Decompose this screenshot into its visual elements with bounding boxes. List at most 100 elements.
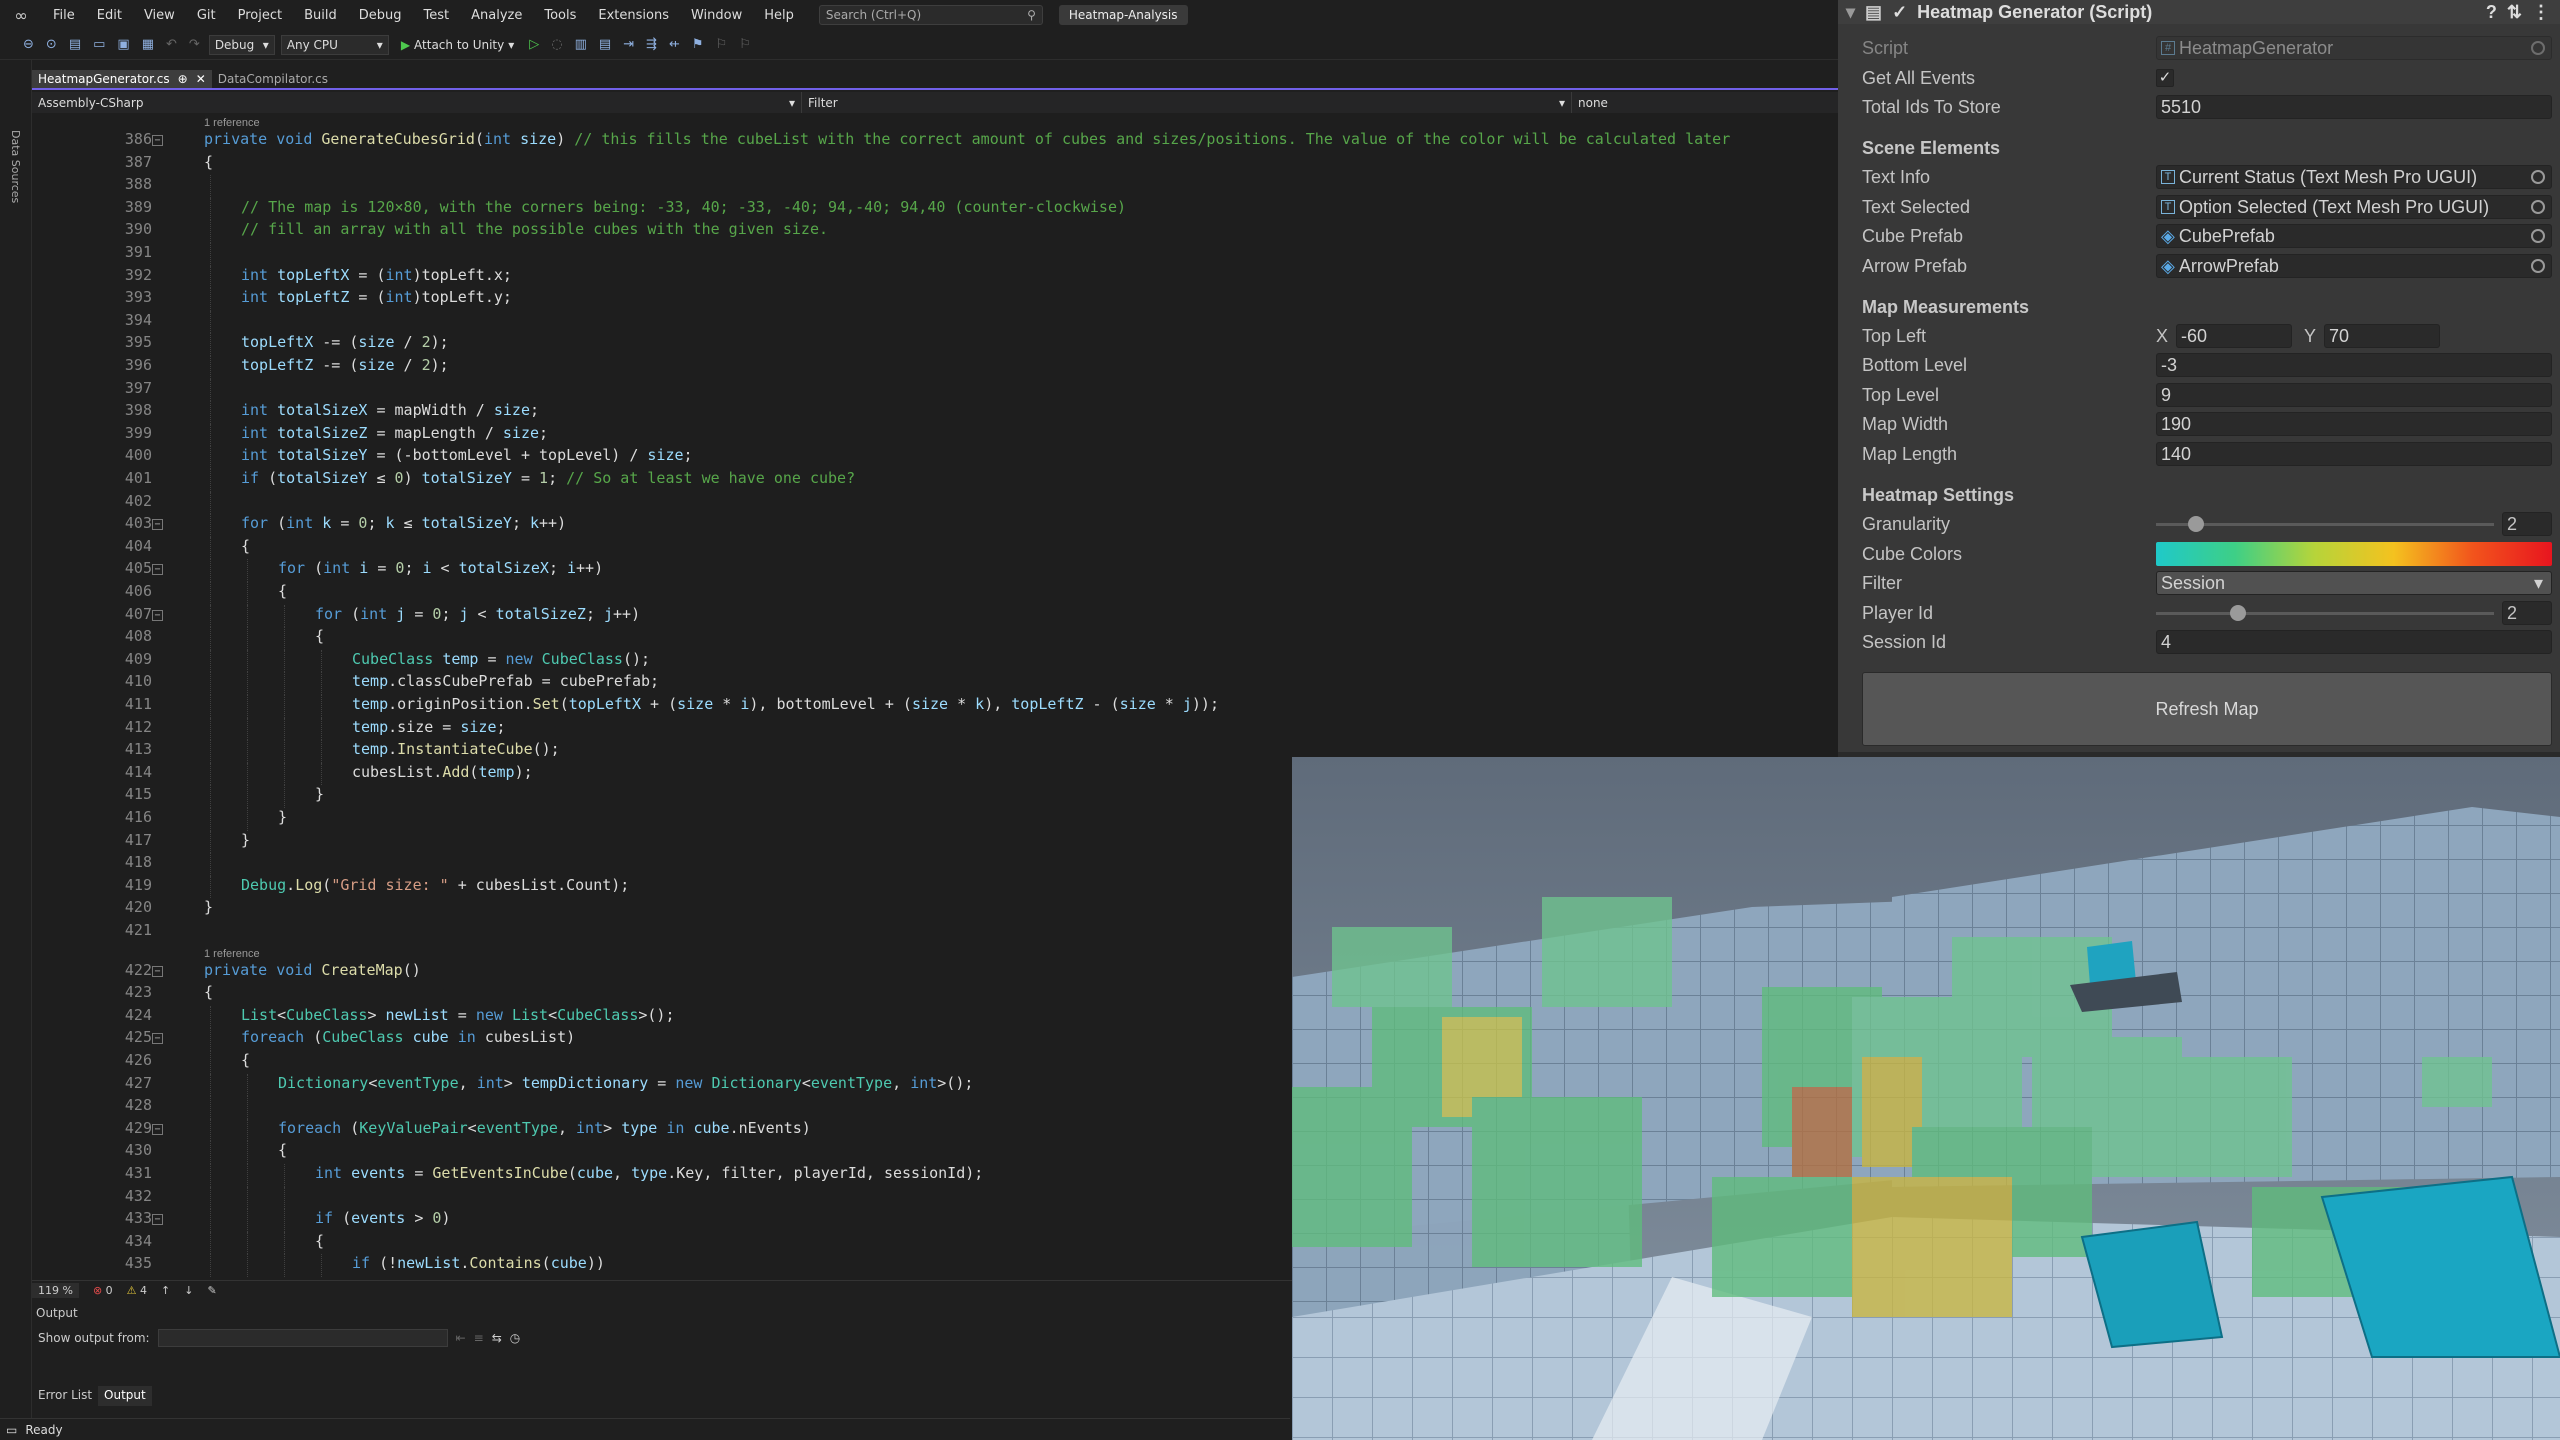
menu-test[interactable]: Test <box>413 8 461 23</box>
indent-icon[interactable]: ⇶ <box>643 37 660 52</box>
player-id-input[interactable]: 2 <box>2502 601 2552 625</box>
cleanup-icon[interactable]: ✎ <box>207 1284 216 1297</box>
hot-reload-icon[interactable]: ◌ <box>548 37 565 52</box>
preset-icon[interactable]: ⇅ <box>2507 2 2522 23</box>
zoom-level[interactable]: 119 % <box>32 1283 79 1298</box>
platform-dropdown[interactable]: Any CPU ▾ <box>280 34 389 55</box>
object-picker-icon[interactable] <box>2531 259 2545 273</box>
kebab-menu-icon[interactable]: ⋮ <box>2532 2 2550 23</box>
menu-analyze[interactable]: Analyze <box>460 8 533 23</box>
pin-icon[interactable]: ⊕ <box>178 72 188 86</box>
fold-toggle-icon[interactable]: − <box>152 135 163 146</box>
type-dropdown[interactable]: Filter ▾ <box>802 92 1572 113</box>
output-wrap-icon[interactable]: ⇆ <box>492 1331 502 1345</box>
menu-git[interactable]: Git <box>186 8 227 23</box>
menu-view[interactable]: View <box>133 8 186 23</box>
outdent-icon[interactable]: ⇷ <box>666 37 683 52</box>
save-all-icon[interactable]: ▦ <box>139 37 157 52</box>
granularity-slider[interactable] <box>2156 512 2494 536</box>
codelens-reference[interactable]: 1 reference <box>204 117 260 129</box>
fold-toggle-icon[interactable]: − <box>152 965 163 977</box>
member-dropdown[interactable]: none <box>1572 92 1838 113</box>
arrow-down-icon[interactable]: ↓ <box>184 1284 193 1297</box>
menu-window[interactable]: Window <box>680 8 753 23</box>
arrow-prefab-field[interactable]: ◈ ArrowPrefab <box>2156 254 2552 278</box>
collapse-arrow-icon[interactable]: ▾ <box>1846 2 1855 23</box>
config-dropdown[interactable]: Debug ▾ <box>208 34 275 55</box>
layout-icon[interactable]: ▤ <box>596 37 614 52</box>
component-header[interactable]: ▾ ▤ ✓ Heatmap Generator (Script) ? ⇅ ⋮ <box>1838 0 2560 24</box>
bookmark-next-icon[interactable]: ⚐ <box>736 37 754 52</box>
top-left-x-input[interactable]: -60 <box>2176 324 2292 348</box>
output-source-dropdown[interactable] <box>157 1329 448 1347</box>
fold-toggle-icon[interactable]: − <box>152 564 163 576</box>
visual-studio-logo-icon[interactable]: ∞ <box>0 0 42 30</box>
menu-extensions[interactable]: Extensions <box>587 8 680 23</box>
filter-dropdown[interactable]: Session ▾ <box>2156 571 2552 595</box>
tab-datacompilator[interactable]: DataCompilator.cs <box>212 70 334 88</box>
close-icon[interactable]: ✕ <box>196 72 206 86</box>
fold-toggle-icon[interactable]: − <box>152 519 163 531</box>
menu-debug[interactable]: Debug <box>348 8 413 23</box>
granularity-input[interactable]: 2 <box>2502 512 2552 536</box>
cube-colors-gradient[interactable] <box>2156 542 2552 566</box>
fold-toggle-icon[interactable]: − <box>152 609 163 621</box>
bookmark-icon[interactable]: ⚑ <box>689 37 707 52</box>
menu-help[interactable]: Help <box>753 8 805 23</box>
menu-project[interactable]: Project <box>227 8 293 23</box>
map-width-input[interactable]: 190 <box>2156 412 2552 436</box>
object-picker-icon[interactable] <box>2531 200 2545 214</box>
slider-knob[interactable] <box>2188 516 2205 532</box>
top-level-input[interactable]: 9 <box>2156 383 2552 407</box>
object-picker-icon[interactable] <box>2531 229 2545 243</box>
help-icon[interactable]: ? <box>2486 2 2497 23</box>
tab-error-list[interactable]: Error List <box>32 1386 98 1406</box>
save-icon[interactable]: ▣ <box>114 37 132 52</box>
tab-output[interactable]: Output <box>98 1386 152 1406</box>
scene-view[interactable] <box>1292 757 2560 1440</box>
attach-unity-button[interactable]: ▶ Attach to Unity ▾ <box>395 38 520 52</box>
output-clear-icon[interactable]: ≡ <box>474 1331 484 1345</box>
menu-build[interactable]: Build <box>293 8 348 23</box>
open-folder-icon[interactable]: ▭ <box>90 37 108 52</box>
output-find-icon[interactable]: ⇤ <box>456 1331 466 1345</box>
session-id-input[interactable]: 4 <box>2156 630 2552 654</box>
solution-name[interactable]: Heatmap-Analysis <box>1058 5 1188 25</box>
text-info-field[interactable]: T Current Status (Text Mesh Pro UGUI) <box>2156 165 2552 189</box>
menu-file[interactable]: File <box>42 8 86 23</box>
new-project-icon[interactable]: ▤ <box>66 37 84 52</box>
map-length-input[interactable]: 140 <box>2156 442 2552 466</box>
fold-toggle-icon[interactable]: − <box>152 1214 163 1226</box>
bottom-level-input[interactable]: -3 <box>2156 353 2552 377</box>
data-sources-tab[interactable]: Data Sources <box>9 130 22 203</box>
warning-count[interactable]: ⚠ 4 <box>127 1284 147 1297</box>
arrow-up-icon[interactable]: ↑ <box>161 1284 170 1297</box>
text-selected-field[interactable]: T Option Selected (Text Mesh Pro UGUI) <box>2156 195 2552 219</box>
top-left-y-input[interactable]: 70 <box>2324 324 2440 348</box>
error-count[interactable]: ⊗ 0 <box>93 1284 113 1297</box>
fold-toggle-icon[interactable]: − <box>152 1123 163 1135</box>
slider-knob[interactable] <box>2230 605 2247 621</box>
cube-prefab-field[interactable]: ◈ CubePrefab <box>2156 224 2552 248</box>
search-box[interactable]: Search (Ctrl+Q) ⚲ <box>818 5 1043 25</box>
codelens-reference[interactable]: 1 reference <box>204 948 260 960</box>
nav-forward-icon[interactable]: ⊙ <box>43 37 60 52</box>
redo-icon[interactable]: ↷ <box>186 37 203 52</box>
tab-heatmapgenerator[interactable]: HeatmapGenerator.cs ⊕ ✕ <box>32 70 212 88</box>
player-id-slider[interactable] <box>2156 601 2494 625</box>
start-without-debug-icon[interactable]: ▷ <box>526 37 542 52</box>
fold-toggle-icon[interactable]: − <box>152 1033 163 1045</box>
step-icon[interactable]: ⇥ <box>620 37 637 52</box>
output-clock-icon[interactable]: ◷ <box>510 1331 520 1345</box>
project-dropdown[interactable]: Assembly-CSharp ▾ <box>32 92 802 113</box>
bookmark-prev-icon[interactable]: ⚐ <box>713 37 731 52</box>
undo-icon[interactable]: ↶ <box>163 37 180 52</box>
total-ids-input[interactable]: 5510 <box>2156 95 2552 119</box>
refresh-map-button[interactable]: Refresh Map <box>1862 672 2552 746</box>
nav-back-icon[interactable]: ⊖ <box>20 37 37 52</box>
object-picker-icon[interactable] <box>2531 170 2545 184</box>
browser-link-icon[interactable]: ▥ <box>572 37 590 52</box>
menu-tools[interactable]: Tools <box>533 8 587 23</box>
get-all-events-checkbox[interactable]: ✓ <box>2156 69 2174 87</box>
enabled-checkbox-icon[interactable]: ✓ <box>1892 2 1907 23</box>
